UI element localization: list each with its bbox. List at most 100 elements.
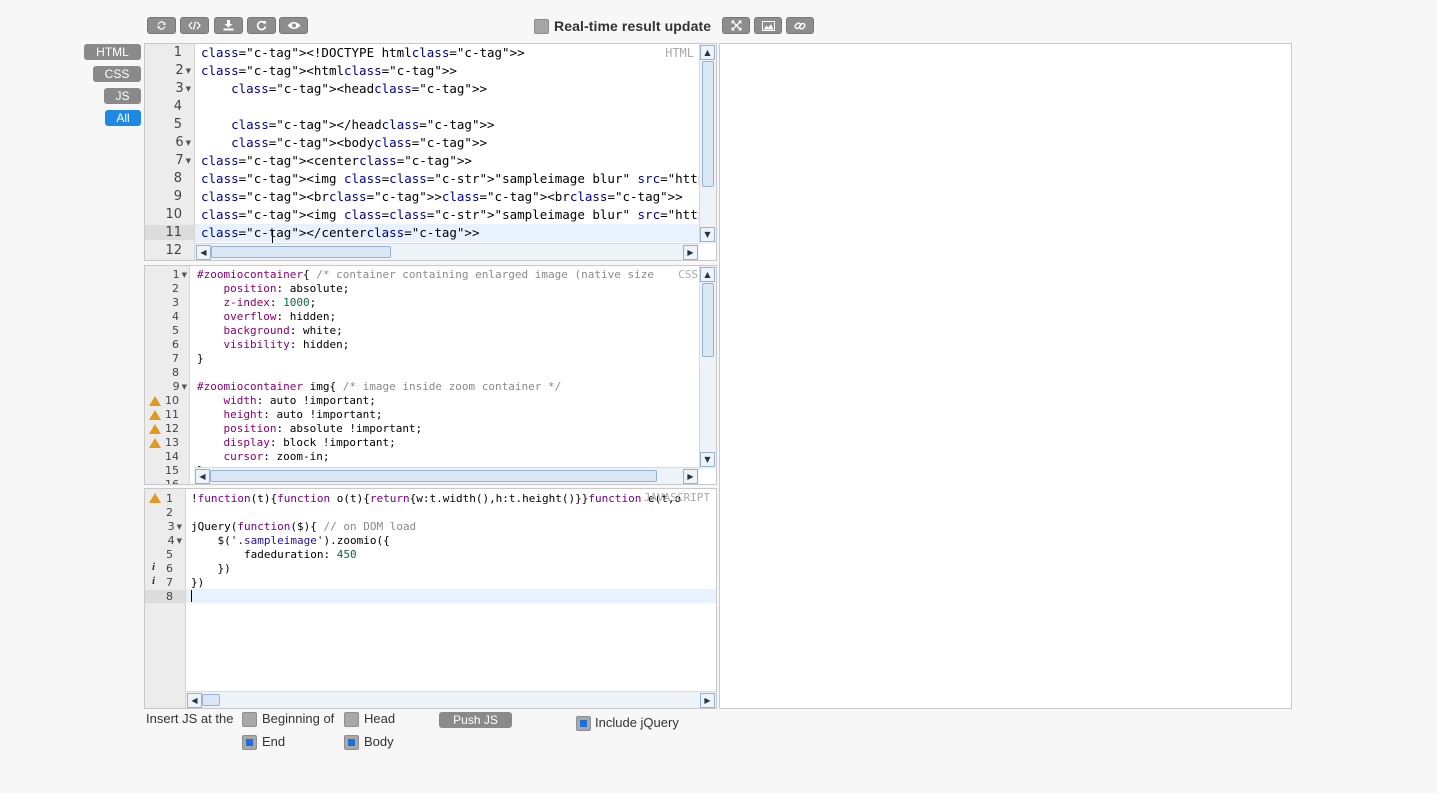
css-editor-panel[interactable]: 1 ▼ 2 3 4 5 6 7 8 9 ▼ 10 11 12 13 14 15 16 #zoomiocontain… <box>144 265 717 485</box>
active-line-highlight <box>186 589 716 603</box>
html-horizontal-scrollbar[interactable]: ◀ ▶ <box>195 243 699 260</box>
line-number: 2 ▼ <box>175 63 191 78</box>
code-line: display: block !important; <box>223 436 396 449</box>
share-link-button[interactable] <box>786 17 814 34</box>
warning-icon[interactable] <box>149 493 161 503</box>
line-number: 2 <box>172 282 179 295</box>
push-js-button[interactable]: Push JS <box>439 712 512 728</box>
image-icon <box>761 20 775 31</box>
mode-css-button[interactable]: CSS <box>93 66 141 82</box>
warning-icon[interactable] <box>149 410 161 420</box>
line-number: 1 <box>173 45 182 60</box>
code-line: visibility: hidden; <box>223 338 350 351</box>
screenshot-button[interactable] <box>754 17 782 34</box>
code-line: background: white; <box>223 324 343 337</box>
html-editor-panel[interactable]: 1 2 ▼ 3 ▼ 4 5 6 ▼ 7 ▼ 8 9 10 11 12 class="c-tag"><!DOCT… <box>144 43 717 261</box>
line-number: 3 ▼ <box>175 81 191 96</box>
scroll-left-button[interactable]: ◀ <box>187 693 202 708</box>
fullscreen-icon <box>731 20 742 31</box>
result-preview-pane[interactable] <box>719 43 1292 709</box>
line-number: 12 <box>165 243 182 258</box>
code-line: cursor: zoom-in; <box>223 450 330 463</box>
scroll-up-button[interactable]: ▲ <box>700 267 715 282</box>
line-number: 8 <box>172 366 179 379</box>
warning-icon[interactable] <box>149 438 161 448</box>
scroll-right-button[interactable]: ▶ <box>683 245 698 260</box>
line-number: 5 <box>166 548 173 561</box>
scroll-down-button[interactable]: ▼ <box>700 227 715 242</box>
code-line: class="c-tag"><!DOCTYPE htmlclass="c-tag… <box>201 45 525 60</box>
css-line-gutter: 1 ▼ 2 3 4 5 6 7 8 9 ▼ 10 11 12 13 14 15 16 <box>145 266 190 484</box>
css-vertical-scrollbar[interactable]: ▲ ▼ <box>699 266 716 469</box>
scroll-left-button[interactable]: ◀ <box>196 245 211 260</box>
scroll-thumb[interactable] <box>202 694 220 706</box>
scroll-right-button[interactable]: ▶ <box>683 469 698 484</box>
include-jquery-checkbox[interactable] <box>576 716 591 731</box>
code-line: position: absolute !important; <box>223 422 423 435</box>
line-number: 4 <box>172 310 179 323</box>
line-number: 3 ▼ <box>167 520 182 533</box>
code-line: jQuery(function($){ // on DOM load <box>191 520 417 533</box>
line-number: 9 ▼ <box>172 380 187 393</box>
body-checkbox[interactable] <box>344 735 359 750</box>
refresh-button[interactable] <box>147 17 176 34</box>
code-line: class="c-tag"><img class=class="c-str">"… <box>201 171 716 186</box>
line-number: 7 <box>166 576 173 589</box>
beginning-label: Beginning of <box>262 711 335 726</box>
html-mode-label: HTML <box>665 46 694 60</box>
mode-all-button[interactable]: All <box>105 110 141 126</box>
code-line: overflow: hidden; <box>223 310 337 323</box>
eye-icon <box>287 21 301 30</box>
beginning-checkbox[interactable] <box>242 712 257 727</box>
preview-button[interactable] <box>279 17 308 34</box>
line-number: 13 <box>165 436 179 449</box>
scroll-thumb[interactable] <box>210 470 657 482</box>
line-number: 15 <box>165 464 179 477</box>
code-line: class="c-tag"><headclass="c-tag">> <box>231 81 488 96</box>
line-number: 8 <box>173 171 182 186</box>
info-icon[interactable]: i <box>152 575 155 587</box>
realtime-update-checkbox[interactable] <box>534 19 549 34</box>
code-line: }) <box>191 562 231 575</box>
view-source-button[interactable] <box>180 17 209 34</box>
mode-js-button[interactable]: JS <box>104 88 141 104</box>
line-number: 8 <box>145 590 185 603</box>
scroll-down-button[interactable]: ▼ <box>700 452 715 467</box>
line-number: 3 <box>172 296 179 309</box>
warning-icon[interactable] <box>149 424 161 434</box>
line-number: 5 <box>172 324 179 337</box>
scroll-thumb[interactable] <box>702 283 714 357</box>
css-horizontal-scrollbar[interactable]: ◀ ▶ <box>194 467 699 484</box>
line-number: 4 ▼ <box>167 534 182 547</box>
line-number: 5 <box>173 117 182 132</box>
js-horizontal-scrollbar[interactable]: ◀ ▶ <box>186 691 716 708</box>
fullscreen-button[interactable] <box>722 17 750 34</box>
code-line: fadeduration: 450 <box>191 548 357 561</box>
code-line: width: auto !important; <box>223 394 376 407</box>
html-vertical-scrollbar[interactable]: ▲ ▼ <box>699 44 716 244</box>
code-line: #zoomiocontainer img{ /* image inside zo… <box>197 380 562 393</box>
head-checkbox[interactable] <box>344 712 359 727</box>
code-line: class="c-tag"><bodyclass="c-tag">> <box>231 135 488 150</box>
reload-button[interactable] <box>247 17 276 34</box>
scroll-thumb[interactable] <box>211 246 391 258</box>
code-line: position: absolute; <box>223 282 350 295</box>
js-editor-panel[interactable]: 1 2 3 ▼ 4 ▼ 5 6 i 7 i 8 !function(t){function o(t){… <box>144 488 717 709</box>
css-mode-label: CSS <box>678 268 698 281</box>
line-number: 9 <box>173 189 182 204</box>
line-number: 10 <box>165 394 179 407</box>
scroll-thumb[interactable] <box>702 61 714 187</box>
warning-icon[interactable] <box>149 396 161 406</box>
scroll-up-button[interactable]: ▲ <box>700 45 715 60</box>
line-number: 12 <box>165 422 179 435</box>
line-number: 6 <box>172 338 179 351</box>
end-checkbox[interactable] <box>242 735 257 750</box>
end-label: End <box>262 734 286 749</box>
code-line: !function(t){function o(t){return{w:t.wi… <box>191 492 682 505</box>
scroll-right-button[interactable]: ▶ <box>700 693 715 708</box>
scroll-left-button[interactable]: ◀ <box>195 469 210 484</box>
download-button[interactable] <box>214 17 243 34</box>
mode-html-button[interactable]: HTML <box>84 44 141 60</box>
line-number: 7 ▼ <box>175 153 191 168</box>
info-icon[interactable]: i <box>152 561 155 573</box>
